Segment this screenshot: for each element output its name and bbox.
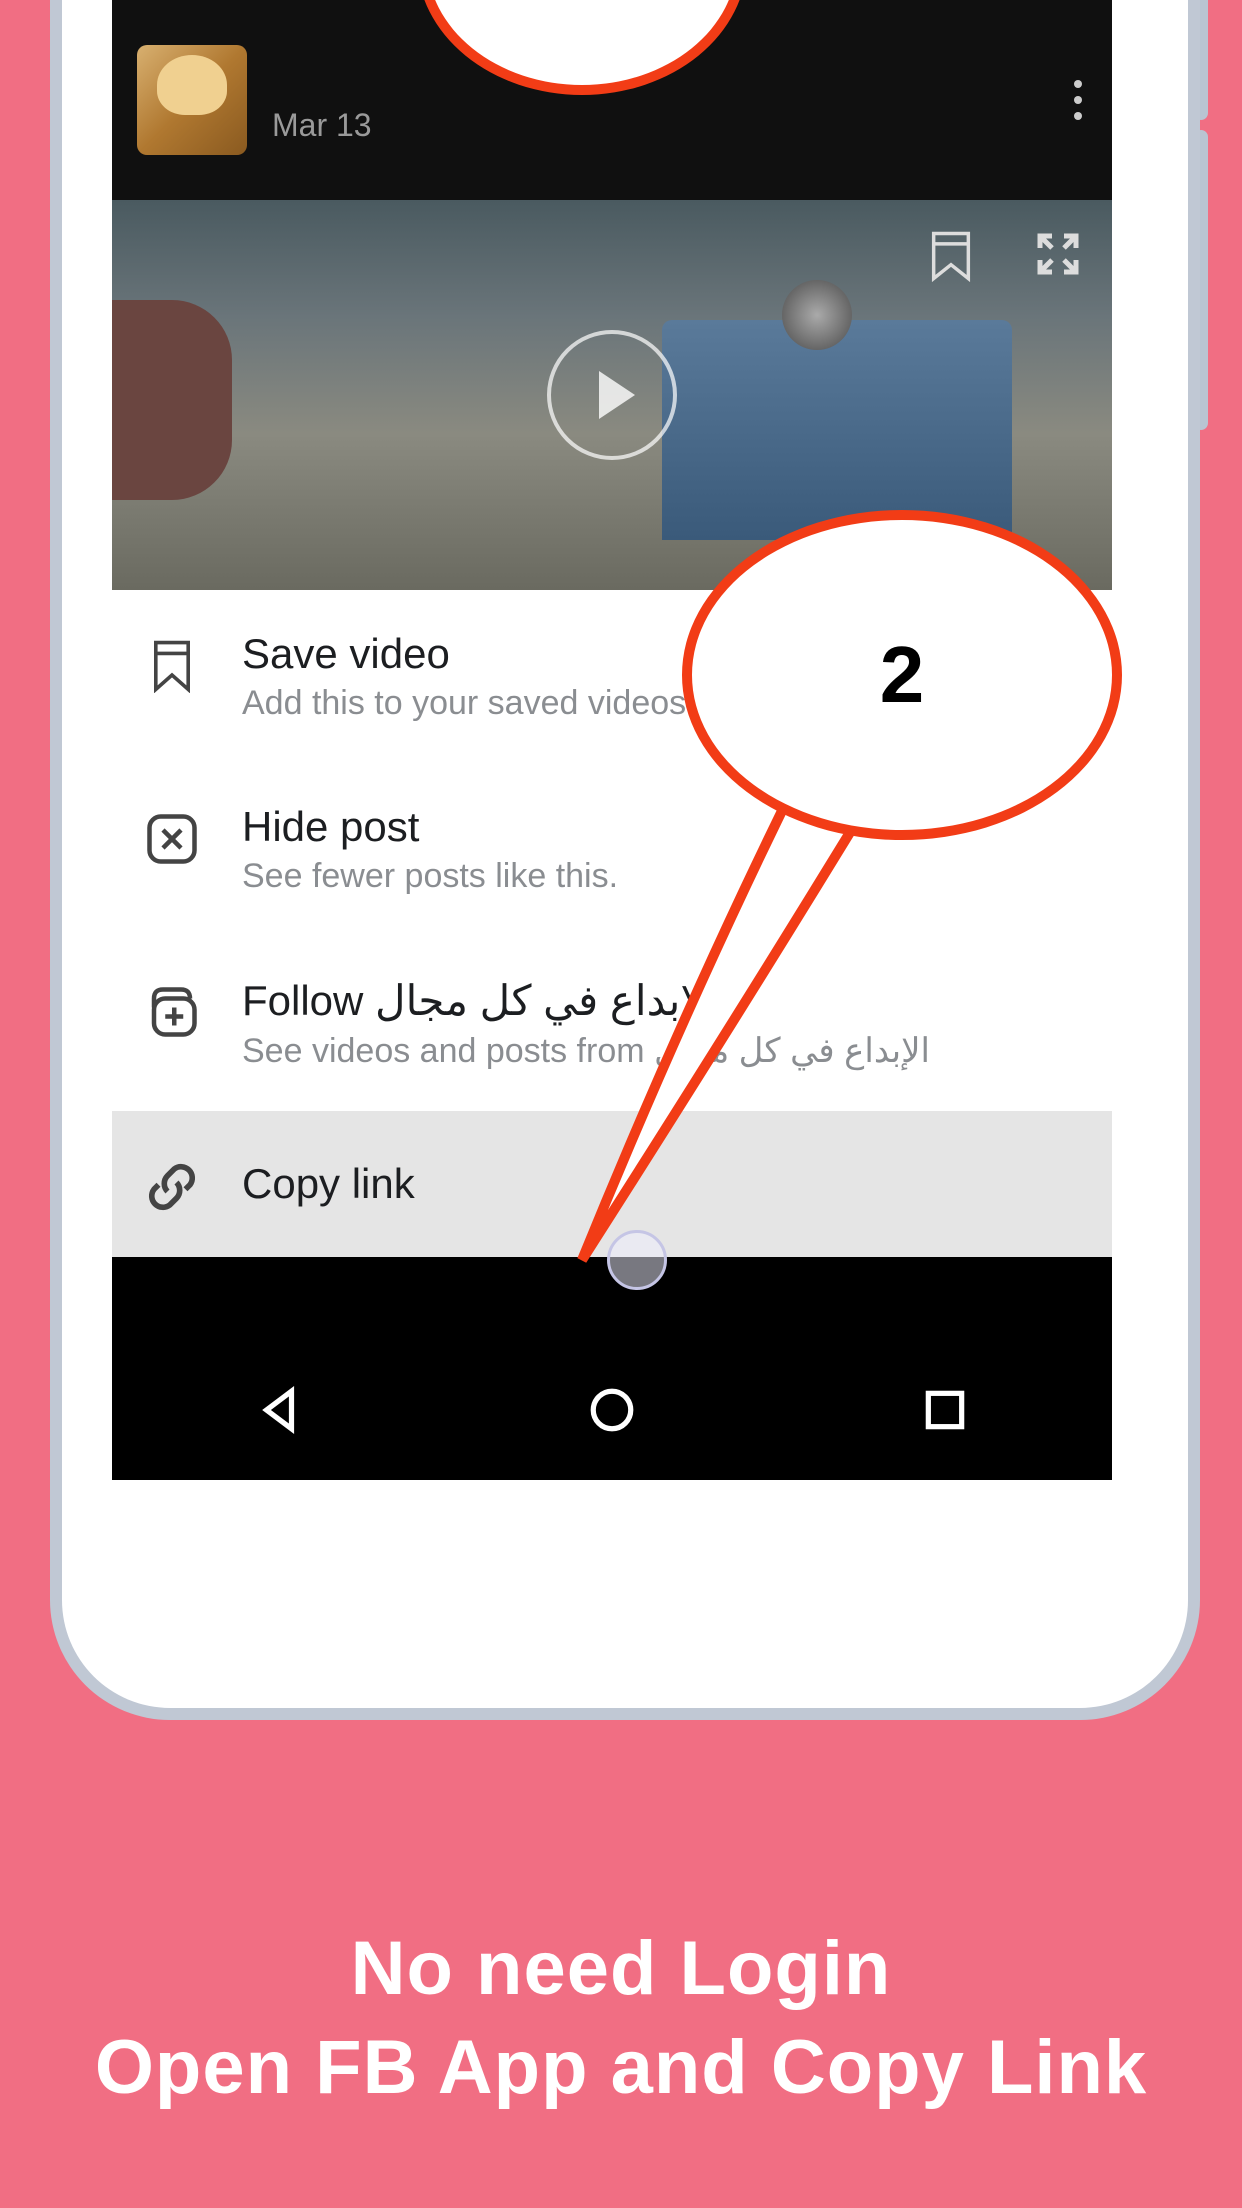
bookmark-icon (142, 636, 202, 696)
nav-home-button[interactable] (587, 1385, 637, 1440)
nav-recent-button[interactable] (920, 1385, 970, 1440)
follow-add-icon (142, 982, 202, 1042)
avatar[interactable] (137, 45, 247, 155)
android-nav-bar (112, 1345, 1112, 1480)
more-options-button[interactable] (1074, 80, 1082, 120)
close-box-icon (142, 809, 202, 869)
caption-line-2: Open FB App and Copy Link (0, 2019, 1242, 2118)
link-icon (142, 1157, 202, 1217)
callout-step-1: 1 (417, 0, 747, 185)
phone-frame: Mar 13 (50, 0, 1200, 1720)
play-icon (599, 371, 635, 419)
fullscreen-icon[interactable] (1034, 230, 1082, 283)
post-date: Mar 13 (272, 107, 372, 144)
nav-back-button[interactable] (254, 1385, 304, 1440)
callout-2-label: 2 (682, 510, 1122, 840)
phone-screen: Mar 13 (112, 0, 1112, 1480)
caption-line-1: No need Login (0, 1920, 1242, 2019)
video-content-hand (112, 300, 232, 500)
video-content (662, 320, 1012, 540)
callout-step-2: 2 (682, 510, 1200, 1310)
bookmark-icon[interactable] (930, 230, 972, 287)
play-button[interactable] (547, 330, 677, 460)
promo-caption: No need Login Open FB App and Copy Link (0, 1920, 1242, 2118)
